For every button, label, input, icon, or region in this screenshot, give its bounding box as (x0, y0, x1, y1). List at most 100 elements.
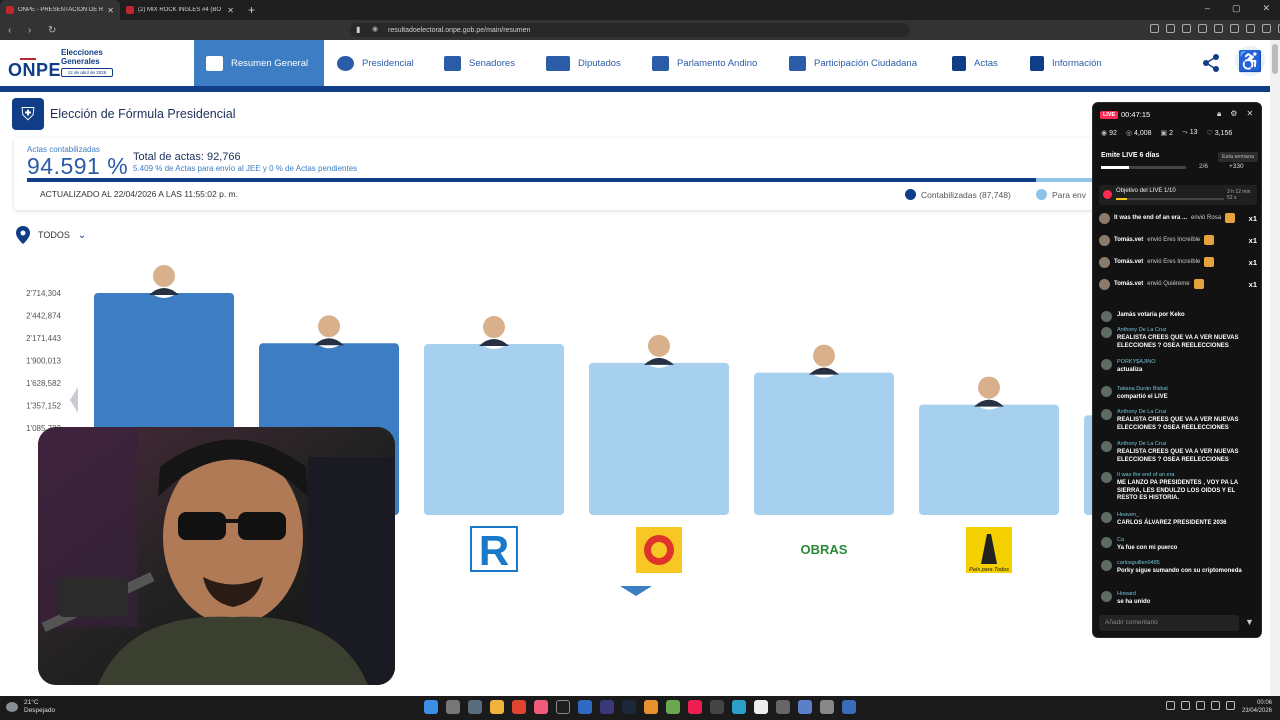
gift-user[interactable]: It was the end of an era ... (1114, 215, 1187, 221)
browser-tab-youtube[interactable]: (2) MIX ROCK INGLES #4 (BO ✕ (120, 0, 240, 20)
avatar[interactable] (1101, 512, 1112, 523)
nav-actas[interactable]: Actas (952, 40, 998, 86)
settings-icon[interactable]: ⚙ (1230, 109, 1237, 119)
url-field[interactable]: ▮ ◉ resultadoelectoral.onpe.gob.pe/main/… (350, 23, 910, 37)
share-icon[interactable] (1202, 54, 1220, 72)
battery-icon[interactable] (1226, 701, 1235, 710)
extension-icon[interactable] (1214, 24, 1223, 33)
page-scrollbar[interactable] (1270, 40, 1280, 696)
avatar[interactable] (1101, 472, 1112, 483)
live-goal[interactable]: Objetivo del LIVE 1/10 3 h 12 min 52 s (1099, 185, 1257, 205)
chat-username[interactable]: carlosguillen0485 (1117, 560, 1160, 566)
avatar[interactable] (1101, 591, 1112, 602)
app-icon[interactable] (534, 700, 548, 714)
onpe-logo[interactable]: ONPE (8, 60, 61, 81)
extension-icon[interactable] (1150, 24, 1159, 33)
extension-icon[interactable] (1246, 24, 1255, 33)
app-icon[interactable] (754, 700, 768, 714)
maximize-icon[interactable]: ▢ (1232, 3, 1241, 14)
tiktok-icon[interactable] (688, 700, 702, 714)
gift-user[interactable]: Tomás.vet (1114, 281, 1143, 287)
app-icon[interactable] (446, 700, 460, 714)
chat-username[interactable]: It was the end of an era (1117, 472, 1174, 478)
app-icon[interactable] (666, 700, 680, 714)
chat-username[interactable]: Anthony De La Cruz (1117, 409, 1167, 415)
avatar[interactable] (1101, 441, 1112, 452)
avatar[interactable] (1099, 278, 1110, 290)
scrollbar-thumb[interactable] (1272, 44, 1278, 74)
nav-resumen-general[interactable]: Resumen General (194, 40, 324, 86)
nav-participacion[interactable]: Participación Ciudadana (789, 40, 917, 86)
avatar[interactable] (1099, 234, 1110, 246)
chat-username[interactable]: Anthony De La Cruz (1117, 441, 1167, 447)
app-icon[interactable] (556, 700, 570, 714)
avatar[interactable] (1099, 212, 1110, 224)
site-info-icon[interactable]: ◉ (372, 25, 378, 33)
folder-icon[interactable] (490, 700, 504, 714)
tray-icon[interactable] (1181, 701, 1190, 710)
y-tick-label: 2'714,304 (26, 289, 61, 298)
nav-informacion[interactable]: Información (1030, 40, 1102, 86)
nav-presidencial[interactable]: Presidencial (337, 40, 414, 86)
accessibility-icon[interactable]: ♿ (1235, 46, 1265, 76)
send-icon[interactable]: ▼ (1245, 617, 1254, 627)
chat-username[interactable]: Howard (1117, 591, 1136, 597)
reload-icon[interactable]: ↻ (48, 25, 60, 36)
nav-senadores[interactable]: Senadores (444, 40, 515, 86)
new-tab-button[interactable]: + (240, 3, 263, 17)
close-tab-icon[interactable]: ✕ (227, 6, 234, 15)
gift-user[interactable]: Tomás.vet (1114, 237, 1143, 243)
weather-widget[interactable]: 21°C Despejado (24, 699, 55, 715)
extension-icon[interactable] (1166, 24, 1175, 33)
lock-icon[interactable]: 🔒︎ (1217, 109, 1221, 119)
region-selector[interactable]: TODOS ⌄ (16, 226, 86, 244)
avatar[interactable] (1101, 537, 1112, 548)
avatar[interactable] (1101, 409, 1112, 420)
taskbar-clock[interactable]: 00:06 23/04/2026 (1236, 699, 1272, 715)
app-icon[interactable] (842, 700, 856, 714)
avatar[interactable] (1101, 359, 1112, 370)
comment-input[interactable]: Añadir comentario (1099, 615, 1239, 631)
app-icon[interactable] (468, 700, 482, 714)
browser-tab-onpe[interactable]: ONPE - PRESENTACIÓN DE RESU ✕ (0, 0, 120, 20)
app-icon[interactable] (798, 700, 812, 714)
avatar[interactable] (1101, 327, 1112, 338)
extension-icon[interactable] (1198, 24, 1207, 33)
chat-username[interactable]: Anthony De La Cruz (1117, 327, 1167, 333)
extension-icon[interactable] (1230, 24, 1239, 33)
bookmark-icon[interactable]: ▮ (356, 25, 360, 34)
forward-icon[interactable]: › (28, 25, 40, 36)
close-window-icon[interactable]: ✕ (1262, 3, 1270, 14)
app-icon[interactable] (644, 700, 658, 714)
gift-user[interactable]: Tomás.vet (1114, 259, 1143, 265)
settings-icon[interactable] (820, 700, 834, 714)
app-icon[interactable] (710, 700, 724, 714)
volume-icon[interactable] (1211, 701, 1220, 710)
app-icon[interactable] (732, 700, 746, 714)
wifi-icon[interactable] (1196, 701, 1205, 710)
photoshop-icon[interactable] (578, 700, 592, 714)
tray-icon[interactable] (1166, 701, 1175, 710)
nav-diputados[interactable]: Diputados (546, 40, 621, 86)
avatar[interactable] (1099, 256, 1110, 268)
avatar[interactable] (1101, 386, 1112, 397)
extension-icon[interactable] (1262, 24, 1271, 33)
back-icon[interactable]: ‹ (8, 25, 20, 36)
chat-username[interactable]: Tatiana Durán Bisbal (1117, 386, 1168, 392)
close-icon[interactable]: ✕ (1246, 109, 1253, 119)
extension-icon[interactable] (1182, 24, 1191, 33)
nav-parlamento-andino[interactable]: Parlamento Andino (652, 40, 757, 86)
chat-username[interactable]: Ca (1117, 537, 1124, 543)
minimize-icon[interactable]: – (1205, 3, 1210, 14)
browser-icon[interactable] (512, 700, 526, 714)
app-icon[interactable] (776, 700, 790, 714)
chat-username[interactable]: PORKY$AJINO (1117, 359, 1156, 365)
start-icon[interactable] (424, 700, 438, 714)
live-controls: 🔒︎ ⚙ ✕ (1217, 109, 1253, 119)
chat-username[interactable]: Heaven_ (1117, 512, 1139, 518)
steam-icon[interactable] (622, 700, 636, 714)
avatar[interactable] (1101, 311, 1112, 322)
app-icon[interactable] (600, 700, 614, 714)
close-tab-icon[interactable]: ✕ (107, 6, 114, 15)
avatar[interactable] (1101, 560, 1112, 571)
